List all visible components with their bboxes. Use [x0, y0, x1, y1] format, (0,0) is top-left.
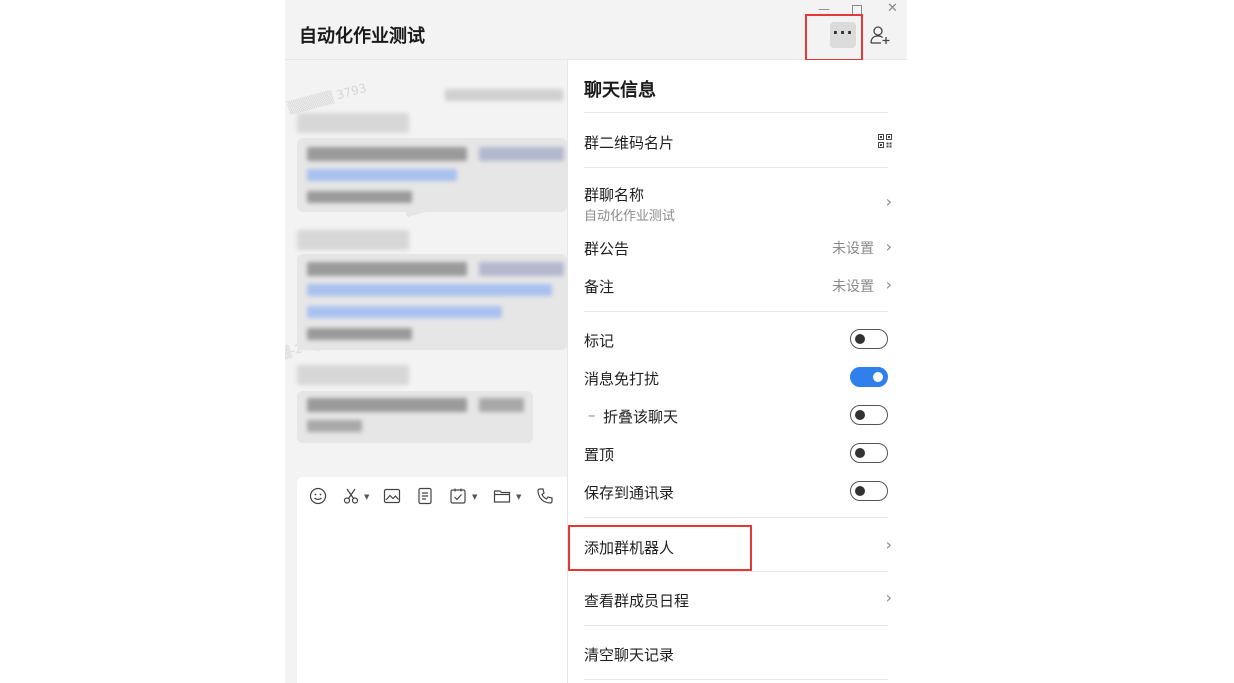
fold-chat-row: – 折叠该聊天 [584, 405, 896, 428]
fold-chat-toggle[interactable] [850, 405, 888, 425]
divider [584, 112, 888, 113]
group-name-row[interactable]: 群聊名称 自动化作业测试 › [584, 184, 896, 224]
sender-name [297, 113, 409, 133]
pin-to-top-toggle[interactable] [850, 443, 888, 463]
do-not-disturb-toggle[interactable] [850, 367, 888, 387]
message-list[interactable]: ▒▒▒▒▒ 3793 ▒▒ ▒-2-1▒ [285, 61, 567, 471]
emoji-icon[interactable] [309, 487, 327, 505]
divider [584, 167, 888, 168]
caret-down-icon[interactable]: ▼ [364, 493, 369, 501]
do-not-disturb-row: 消息免打扰 [584, 367, 896, 390]
caret-down-icon[interactable]: ▼ [516, 493, 521, 501]
qr-code-icon[interactable] [878, 134, 892, 148]
row-label: 折叠该聊天 [603, 408, 679, 426]
sender-name [297, 365, 409, 385]
member-schedule-row[interactable]: 查看群成员日程 › [584, 588, 896, 612]
chevron-right-icon: › [885, 588, 892, 607]
remark-row[interactable]: 备注 未设置 › [584, 275, 896, 298]
message-bubble[interactable] [297, 138, 567, 212]
row-value: 未设置 [832, 279, 874, 295]
message-bubble[interactable] [297, 391, 533, 443]
chevron-right-icon: › [885, 535, 892, 554]
phone-icon[interactable] [536, 487, 554, 505]
chevron-right-icon: › [885, 275, 892, 294]
divider [584, 679, 888, 680]
row-label: 备注 [584, 278, 615, 296]
group-qr-code-row[interactable]: 群二维码名片 [584, 132, 896, 154]
row-label: 置顶 [584, 446, 615, 464]
chevron-right-icon: › [885, 237, 892, 256]
caret-down-icon[interactable]: ▼ [472, 493, 477, 501]
row-label: 保存到通讯录 [584, 484, 675, 502]
image-icon[interactable] [383, 487, 401, 505]
message-timestamp [445, 89, 563, 101]
watermark: ▒▒▒▒▒ 3793 [286, 80, 368, 116]
close-button[interactable]: ✕ [887, 2, 898, 16]
title-bar: 自动化作业测试 — ✕ ··· [285, 0, 907, 61]
folder-icon[interactable] [493, 487, 511, 505]
document-icon[interactable] [416, 487, 434, 505]
save-to-contacts-row: 保存到通讯录 [584, 481, 896, 504]
divider [584, 625, 888, 626]
mark-toggle[interactable] [850, 329, 888, 349]
row-label: 群聊名称 [584, 186, 645, 204]
scissors-icon[interactable] [342, 487, 360, 505]
group-announcement-row[interactable]: 群公告 未设置 › [584, 237, 896, 260]
add-member-icon[interactable] [869, 24, 891, 46]
sender-name [297, 230, 409, 250]
message-composer[interactable]: ▼ ▼ ▼ [297, 477, 587, 683]
divider [584, 571, 888, 572]
panel-title: 聊天信息 [584, 80, 656, 101]
add-bot-highlight [568, 525, 752, 571]
chat-window: 自动化作业测试 — ✕ ··· ▒▒▒▒▒ 3793 ▒▒ ▒-2-1▒ [285, 0, 907, 683]
mark-row: 标记 [584, 329, 896, 352]
task-icon[interactable] [449, 487, 467, 505]
row-label: 群二维码名片 [584, 134, 675, 152]
pin-to-top-row: 置顶 [584, 443, 896, 466]
group-name-value: 自动化作业测试 [584, 209, 676, 224]
message-bubble[interactable] [297, 254, 567, 350]
row-label: 群公告 [584, 240, 630, 258]
clear-chat-history-row[interactable]: 清空聊天记录 [584, 644, 896, 666]
row-label: 查看群成员日程 [584, 592, 690, 610]
divider [584, 517, 888, 518]
row-label: 消息免打扰 [584, 370, 660, 388]
save-to-contacts-toggle[interactable] [850, 481, 888, 501]
more-button-highlight [805, 14, 863, 61]
indent-dash: – [588, 406, 596, 424]
row-value: 未设置 [832, 241, 874, 257]
chevron-right-icon: › [885, 192, 892, 211]
chat-info-panel: 聊天信息 群二维码名片 群聊名称 自动化作业测试 › 群公告 未设置 › 备注 … [567, 60, 907, 683]
row-label: 清空聊天记录 [584, 646, 675, 664]
divider [584, 311, 888, 312]
row-label: 标记 [584, 332, 615, 350]
chat-title: 自动化作业测试 [299, 26, 425, 47]
